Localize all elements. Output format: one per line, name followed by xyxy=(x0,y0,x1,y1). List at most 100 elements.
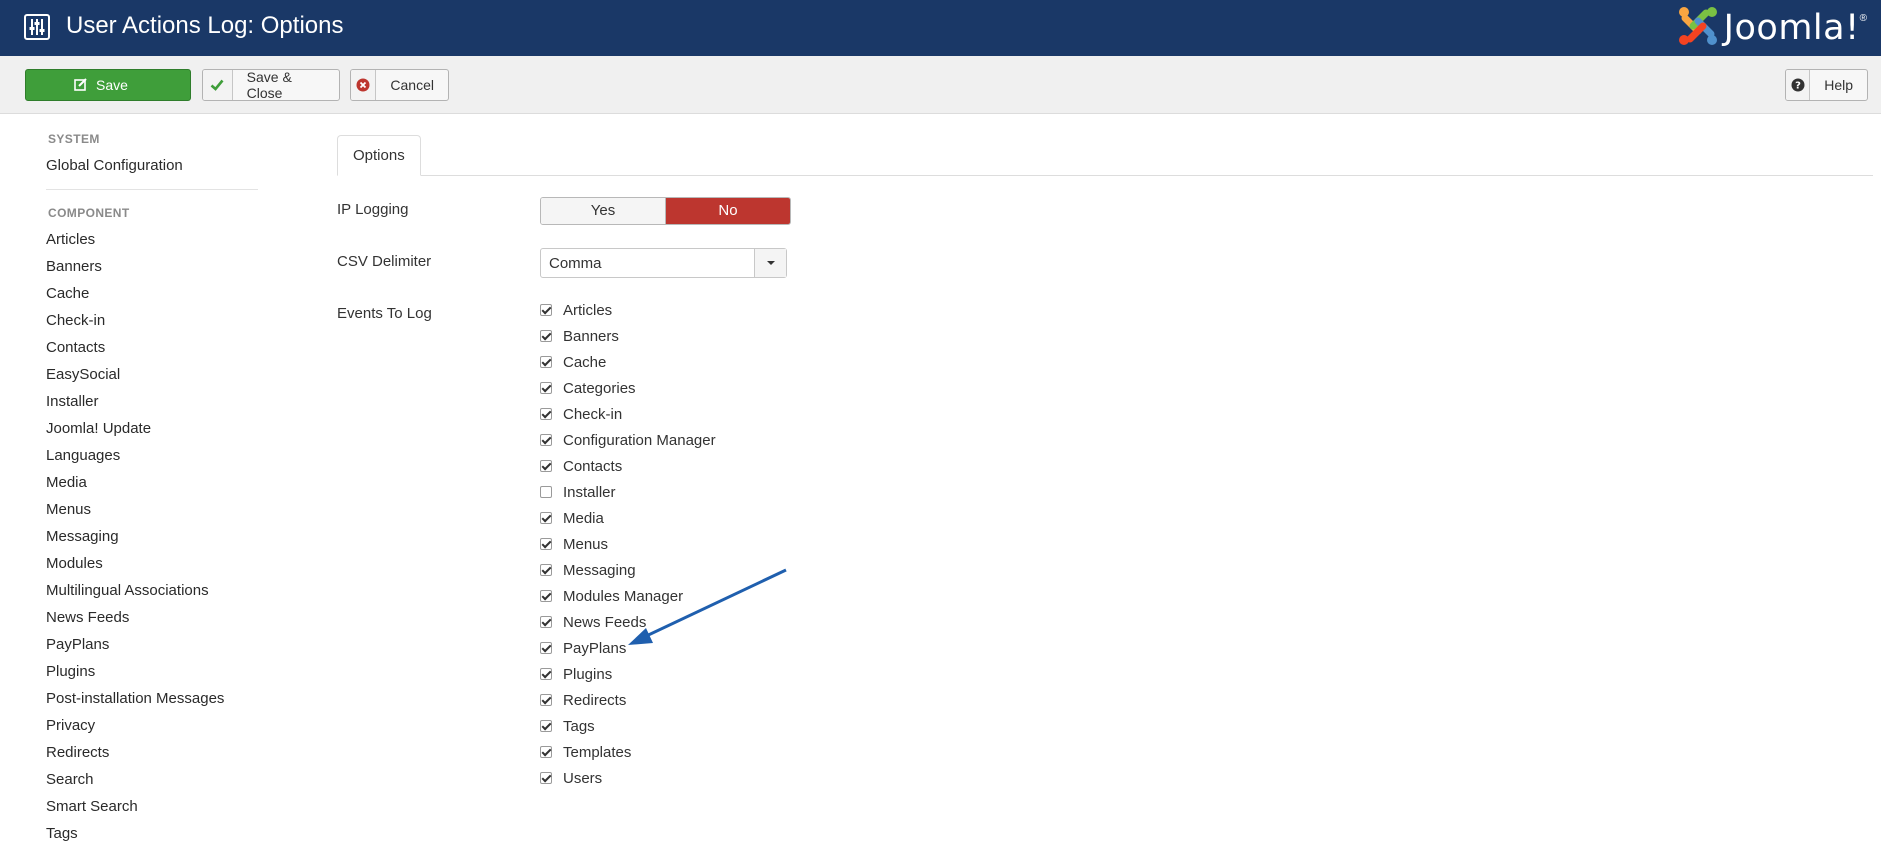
joomla-logo-icon xyxy=(1676,4,1720,53)
sidebar-heading-component: COMPONENT xyxy=(48,206,130,220)
event-checkbox-row: Users xyxy=(540,765,716,791)
event-checkbox-label[interactable]: Installer xyxy=(563,484,616,501)
sidebar-item-languages[interactable]: Languages xyxy=(46,442,258,469)
cancel-label: Cancel xyxy=(390,77,434,93)
event-checkbox-row: Cache xyxy=(540,349,716,375)
sidebar-component-list: Articles Banners Cache Check-in Contacts Easy… xyxy=(46,226,258,847)
sidebar-item-menus[interactable]: Menus xyxy=(46,496,258,523)
event-checkbox-row: Media xyxy=(540,505,716,531)
sidebar-item-messaging[interactable]: Messaging xyxy=(46,523,258,550)
event-checkbox-label[interactable]: Tags xyxy=(563,718,595,735)
event-checkbox[interactable] xyxy=(540,512,552,524)
event-checkbox-label[interactable]: Templates xyxy=(563,744,631,761)
annotation-arrow-icon xyxy=(628,568,787,645)
event-checkbox-row: Plugins xyxy=(540,661,716,687)
svg-text:?: ? xyxy=(1795,81,1801,92)
cancel-circle-icon xyxy=(351,70,377,100)
event-checkbox[interactable] xyxy=(540,746,552,758)
event-checkbox[interactable] xyxy=(540,642,552,654)
event-checkbox[interactable] xyxy=(540,694,552,706)
event-checkbox[interactable] xyxy=(540,668,552,680)
joomla-logo: Joomla! ® xyxy=(1676,5,1867,51)
sidebar-item-global-configuration[interactable]: Global Configuration xyxy=(46,152,258,179)
csv-delimiter-select[interactable]: Comma xyxy=(540,248,787,278)
event-checkbox[interactable] xyxy=(540,382,552,394)
check-icon xyxy=(203,70,233,100)
sidebar-divider xyxy=(46,189,258,190)
help-label: Help xyxy=(1824,77,1853,93)
brand-name: Joomla! xyxy=(1723,8,1860,48)
events-to-log-label: Events To Log xyxy=(337,305,432,322)
ip-logging-no-button[interactable]: No xyxy=(666,198,790,224)
registered-mark: ® xyxy=(1859,13,1867,24)
sliders-icon xyxy=(24,14,50,40)
sidebar-item-redirects[interactable]: Redirects xyxy=(46,739,258,766)
event-checkbox[interactable] xyxy=(540,590,552,602)
event-checkbox-row: Menus xyxy=(540,531,716,557)
event-checkbox[interactable] xyxy=(540,356,552,368)
ip-logging-yes-button[interactable]: Yes xyxy=(541,198,666,224)
event-checkbox-label[interactable]: Contacts xyxy=(563,458,622,475)
sidebar-item-plugins[interactable]: Plugins xyxy=(46,658,258,685)
ip-logging-label: IP Logging xyxy=(337,201,409,218)
chevron-down-icon xyxy=(754,249,786,277)
sidebar-item-check-in[interactable]: Check-in xyxy=(46,307,258,334)
event-checkbox[interactable] xyxy=(540,772,552,784)
event-checkbox-label[interactable]: Menus xyxy=(563,536,608,553)
sidebar-item-joomla-update[interactable]: Joomla! Update xyxy=(46,415,258,442)
event-checkbox-row: Categories xyxy=(540,375,716,401)
event-checkbox[interactable] xyxy=(540,408,552,420)
ip-logging-toggle: Yes No xyxy=(540,197,791,225)
edit-icon xyxy=(74,77,88,94)
sidebar-item-installer[interactable]: Installer xyxy=(46,388,258,415)
event-checkbox-label[interactable]: PayPlans xyxy=(563,640,626,657)
event-checkbox[interactable] xyxy=(540,616,552,628)
sidebar-item-payplans[interactable]: PayPlans xyxy=(46,631,258,658)
event-checkbox-label[interactable]: Banners xyxy=(563,328,619,345)
sidebar: SYSTEM Global Configuration COMPONENT Ar… xyxy=(46,132,258,847)
question-circle-icon: ? xyxy=(1786,70,1811,100)
help-button[interactable]: ? Help xyxy=(1785,69,1868,101)
top-header: User Actions Log: Options Joomla! ® xyxy=(0,0,1881,56)
event-checkbox-label[interactable]: Media xyxy=(563,510,604,527)
sidebar-item-tags[interactable]: Tags xyxy=(46,820,258,847)
event-checkbox[interactable] xyxy=(540,564,552,576)
sidebar-item-banners[interactable]: Banners xyxy=(46,253,258,280)
sidebar-item-modules[interactable]: Modules xyxy=(46,550,258,577)
sidebar-item-easysocial[interactable]: EasySocial xyxy=(46,361,258,388)
event-checkbox-label[interactable]: Cache xyxy=(563,354,606,371)
event-checkbox[interactable] xyxy=(540,304,552,316)
event-checkbox-label[interactable]: Plugins xyxy=(563,666,612,683)
sidebar-item-post-installation-messages[interactable]: Post-installation Messages xyxy=(46,685,258,712)
sidebar-item-cache[interactable]: Cache xyxy=(46,280,258,307)
sidebar-item-news-feeds[interactable]: News Feeds xyxy=(46,604,258,631)
sidebar-item-smart-search[interactable]: Smart Search xyxy=(46,793,258,820)
event-checkbox-label[interactable]: Redirects xyxy=(563,692,626,709)
event-checkbox[interactable] xyxy=(540,538,552,550)
event-checkbox-label[interactable]: Articles xyxy=(563,302,612,319)
save-close-button[interactable]: Save & Close xyxy=(202,69,340,101)
event-checkbox-label[interactable]: Users xyxy=(563,770,602,787)
event-checkbox[interactable] xyxy=(540,486,552,498)
sidebar-item-multilingual-associations[interactable]: Multilingual Associations xyxy=(46,577,258,604)
event-checkbox-label[interactable]: Categories xyxy=(563,380,636,397)
event-checkbox-row: Configuration Manager xyxy=(540,427,716,453)
event-checkbox-label[interactable]: Check-in xyxy=(563,406,622,423)
toolbar: Save Save & Close Cancel ? Help xyxy=(0,56,1881,114)
event-checkbox[interactable] xyxy=(540,720,552,732)
event-checkbox[interactable] xyxy=(540,460,552,472)
sidebar-item-privacy[interactable]: Privacy xyxy=(46,712,258,739)
cancel-button[interactable]: Cancel xyxy=(350,69,449,101)
save-button[interactable]: Save xyxy=(25,69,191,101)
event-checkbox-row: Tags xyxy=(540,713,716,739)
sidebar-item-articles[interactable]: Articles xyxy=(46,226,258,253)
sidebar-item-search[interactable]: Search xyxy=(46,766,258,793)
sidebar-item-contacts[interactable]: Contacts xyxy=(46,334,258,361)
event-checkbox-row: Banners xyxy=(540,323,716,349)
save-label: Save xyxy=(96,77,128,93)
event-checkbox[interactable] xyxy=(540,330,552,342)
event-checkbox[interactable] xyxy=(540,434,552,446)
sidebar-item-media[interactable]: Media xyxy=(46,469,258,496)
tab-options[interactable]: Options xyxy=(337,135,421,176)
event-checkbox-label[interactable]: Configuration Manager xyxy=(563,432,716,449)
